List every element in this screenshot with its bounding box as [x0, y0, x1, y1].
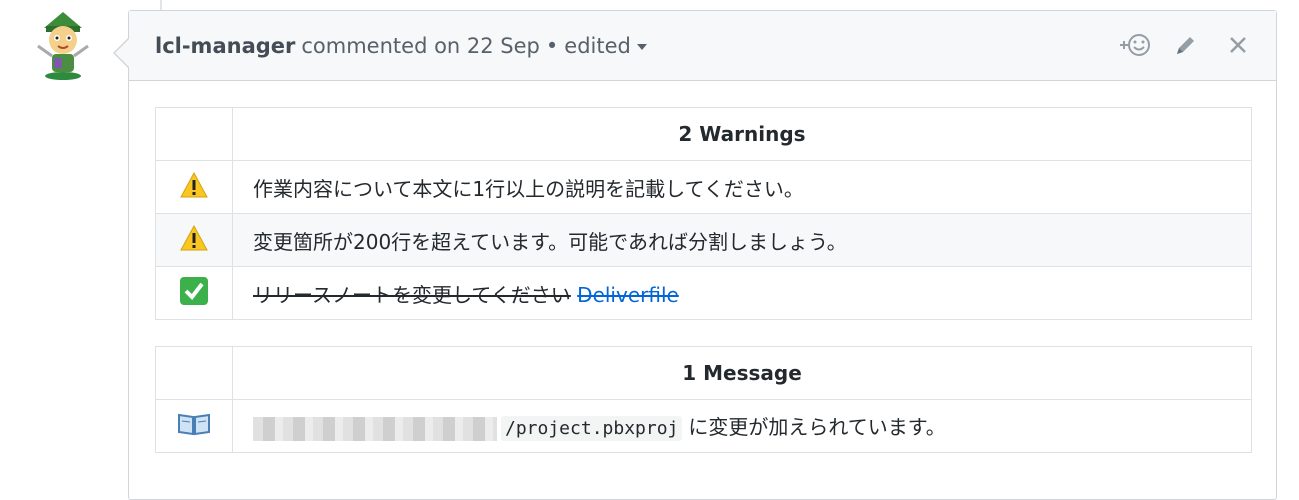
add-reaction-icon [1120, 34, 1150, 56]
author-link[interactable]: lcl-manager [155, 34, 295, 58]
table-row: /project.pbxproj に変更が加えられています。 [155, 399, 1252, 453]
add-reaction-button[interactable] [1118, 29, 1150, 61]
comment-actions [1118, 29, 1254, 61]
messages-header: 1 Message [232, 346, 1252, 400]
messages-table: 1 Message /project.pbxproj に変更が加えられています。 [155, 346, 1252, 453]
avatar[interactable] [28, 10, 98, 82]
caret-down-icon [636, 43, 647, 50]
check-icon [155, 266, 233, 320]
table-header-icon-column [155, 346, 233, 400]
comment-box: lcl-manager commented on 22 Sep • edited [113, 10, 1277, 500]
strikethrough-text: リリースノートを変更してください [253, 282, 571, 307]
table-row: リリースノートを変更してください Deliverfile [155, 266, 1252, 320]
file-path-code: /project.pbxproj [501, 416, 683, 442]
resolved-warning: リリースノートを変更してください Deliverfile [232, 266, 1252, 320]
separator: • [545, 33, 559, 58]
redacted-path [253, 416, 497, 441]
message-text: /project.pbxproj に変更が加えられています。 [232, 399, 1252, 453]
table-row: 作業内容について本文に1行以上の説明を記載してください。 [155, 160, 1252, 214]
pencil-icon [1177, 37, 1194, 54]
close-icon [1230, 37, 1246, 53]
table-row: 変更箇所が200行を超えています。可能であれば分割しましょう。 [155, 213, 1252, 267]
warning-text: 変更箇所が200行を超えています。可能であれば分割しましょう。 [232, 213, 1252, 267]
warning-icon [155, 213, 233, 267]
message-suffix: に変更が加えられています。 [688, 415, 946, 440]
table-header-icon-column [155, 107, 233, 161]
comment-body: 2 Warnings 作業内容について本文に1行以上の説明を記載してください。 [129, 81, 1276, 453]
edit-button[interactable] [1170, 29, 1202, 61]
close-button[interactable] [1222, 29, 1254, 61]
comment-header: lcl-manager commented on 22 Sep • edited [129, 11, 1276, 81]
warnings-header: 2 Warnings [232, 107, 1252, 161]
book-icon [155, 399, 233, 453]
comment-timestamp[interactable]: commented on 22 Sep [301, 34, 540, 58]
warnings-table: 2 Warnings 作業内容について本文に1行以上の説明を記載してください。 [155, 107, 1252, 320]
deliverfile-link[interactable]: Deliverfile [577, 283, 679, 307]
edited-label: edited [564, 33, 631, 58]
warning-icon [155, 160, 233, 214]
edited-dropdown[interactable]: edited [564, 34, 647, 58]
warning-text: 作業内容について本文に1行以上の説明を記載してください。 [232, 160, 1252, 214]
